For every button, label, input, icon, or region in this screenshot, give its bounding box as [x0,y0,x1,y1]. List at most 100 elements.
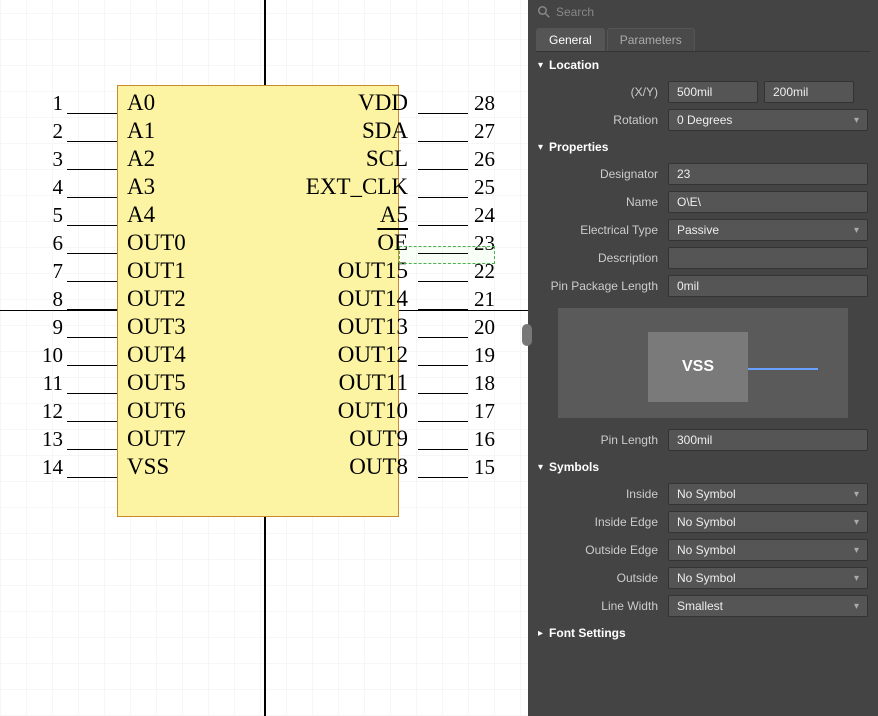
tab-general[interactable]: General [536,28,605,51]
pin-17[interactable]: 17 OUT10 [328,396,498,426]
pin-label: OUT5 [117,370,196,396]
section-location[interactable]: ▾Location [528,52,878,78]
outside-edge-value: No Symbol [677,543,736,557]
pin-7[interactable]: 7OUT1 [37,256,196,286]
pin-16[interactable]: 16 OUT9 [339,424,498,454]
pin-1[interactable]: 1A0 [37,88,165,118]
pin-26[interactable]: 26SCL [356,144,498,174]
pin-14[interactable]: 14VSS [37,452,179,482]
pin-15[interactable]: 15OUT8 [339,452,498,482]
section-font-settings[interactable]: ▸ Font Settings [528,620,878,646]
pin-line [67,393,117,394]
pin-3[interactable]: 3 A2 [37,144,165,174]
pin-6[interactable]: 6OUT0 [37,228,196,258]
caret-right-icon: ▸ [538,628,543,639]
etype-label: Electrical Type [528,223,668,237]
pin-line [418,421,468,422]
section-font-settings-label: Font Settings [549,626,626,640]
caret-down-icon: ▾ [538,142,543,153]
pin-line [67,113,117,114]
pin-number: 26 [468,147,498,172]
outside-select[interactable]: No Symbol▾ [668,567,868,589]
pin-8[interactable]: 8OUT2 [37,284,196,314]
pin-label: VDD [348,90,418,116]
designator-input[interactable]: 23 [668,163,868,185]
linewidth-select[interactable]: Smallest▾ [668,595,868,617]
pin-line [67,253,117,254]
pin-4[interactable]: 4A3 [37,172,165,202]
pin-number: 20 [468,315,498,340]
tab-parameters[interactable]: Parameters [607,28,695,51]
pin-line [67,477,117,478]
pin-19[interactable]: 19OUT12 [328,340,498,370]
name-input[interactable]: O\E\ [668,191,868,213]
pin-number: 28 [468,91,498,116]
chevron-down-icon: ▾ [854,601,859,612]
pin-25[interactable]: 25 EXT_CLK [296,172,498,202]
pin-28[interactable]: 28 VDD [348,88,498,118]
tabs: General Parameters [536,28,870,52]
section-properties[interactable]: ▾ Properties [528,134,878,160]
description-input[interactable] [668,247,868,269]
pin-2[interactable]: 2A1 [37,116,165,146]
description-label: Description [528,251,668,265]
inside-edge-select[interactable]: No Symbol▾ [668,511,868,533]
inside-value: No Symbol [677,487,736,501]
pin-11[interactable]: 11OUT5 [37,368,196,398]
pin-label: A2 [117,146,165,172]
section-symbols[interactable]: ▾Symbols [528,454,878,480]
inside-select[interactable]: No Symbol▾ [668,483,868,505]
pin-label: OUT9 [339,426,418,452]
pin-line [67,281,117,282]
pin-12[interactable]: 12OUT6 [37,396,196,426]
section-properties-label: Properties [549,140,608,154]
pin-number: 3 [37,147,67,172]
pin-label: OUT0 [117,230,196,256]
pin-line [418,197,468,198]
pin-line [418,393,468,394]
rotation-label: Rotation [528,113,668,127]
pinlen-input[interactable]: 300mil [668,429,868,451]
pin-number: 21 [468,287,498,312]
preview-chip: VSS [648,332,748,402]
pin-9[interactable]: 9OUT3 [37,312,196,342]
pin-number: 16 [468,427,498,452]
schematic-canvas[interactable]: 1A02A13 A24A35A46OUT07OUT18OUT29OUT310OUT… [0,0,528,716]
x-value: 500mil [677,85,712,99]
pin-20[interactable]: 20OUT13 [328,312,498,342]
pin-line [418,225,468,226]
pin-27[interactable]: 27SDA [352,116,498,146]
outside-edge-select[interactable]: No Symbol ▾ [668,539,868,561]
selection-box [399,246,495,264]
pin-number: 17 [468,399,498,424]
search-placeholder: Search [556,5,594,19]
pin-number: 24 [468,203,498,228]
ppl-input[interactable]: 0mil [668,275,868,297]
pin-10[interactable]: 10OUT4 [37,340,196,370]
pin-label: A3 [117,174,165,200]
y-value: 200mil [773,85,808,99]
pin-5[interactable]: 5A4 [37,200,165,230]
etype-select[interactable]: Passive▾ [668,219,868,241]
pin-label: A4 [117,202,165,228]
pinlen-value: 300mil [677,433,712,447]
pinlen-label: Pin Length [528,433,668,447]
y-input[interactable]: 200mil [764,81,854,103]
designator-value: 23 [677,167,690,181]
rotation-select[interactable]: 0 Degrees▾ [668,109,868,131]
pin-number: 12 [37,399,67,424]
pin-21[interactable]: 21OUT14 [328,284,498,314]
pin-label: OUT3 [117,314,196,340]
pin-13[interactable]: 13OUT7 [37,424,196,454]
scroll-handle[interactable] [522,324,532,346]
search-input[interactable]: Search [528,0,878,24]
pin-label: EXT_CLK [296,174,418,200]
pin-label: VSS [117,454,179,480]
pin-number: 25 [468,175,498,200]
x-input[interactable]: 500mil [668,81,758,103]
pin-label: OUT10 [328,398,418,424]
pin-24[interactable]: 24A5 [370,200,498,230]
pin-18[interactable]: 18OUT11 [329,368,498,398]
chevron-down-icon: ▾ [854,545,859,556]
pin-line [67,449,117,450]
